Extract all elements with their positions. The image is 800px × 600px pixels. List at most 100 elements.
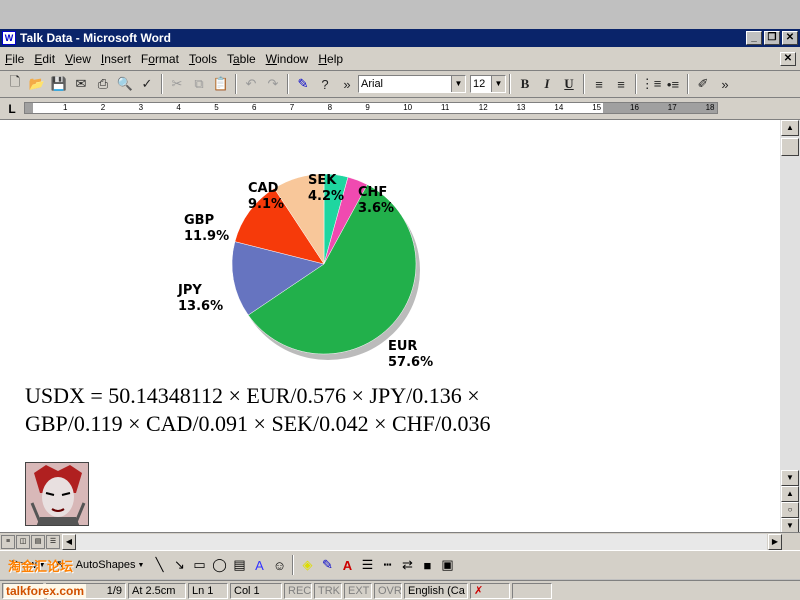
outline-view-icon[interactable]: ☰: [46, 534, 60, 549]
text-box-icon[interactable]: ▤: [229, 555, 249, 575]
paste-icon[interactable]: 📋: [210, 73, 232, 95]
menu-label-part: ble: [239, 51, 256, 66]
menu-item[interactable]: Format: [136, 52, 184, 66]
undo-icon[interactable]: ↶: [240, 73, 262, 95]
menu-item[interactable]: Edit: [29, 52, 60, 66]
toolbar-separator: [292, 555, 295, 575]
oval-icon[interactable]: ◯: [209, 555, 229, 575]
fill-color-icon[interactable]: ◈: [297, 555, 317, 575]
copy-icon[interactable]: ⧉: [188, 73, 210, 95]
web-layout-icon[interactable]: ◫: [16, 534, 30, 549]
menu-item[interactable]: Help: [313, 52, 348, 66]
status-language[interactable]: English (Ca: [404, 582, 468, 599]
menu-item[interactable]: Insert: [96, 52, 136, 66]
toolbar-more-icon[interactable]: »: [336, 73, 358, 95]
wordart-icon[interactable]: A: [249, 555, 269, 575]
toolbar-separator: [235, 74, 237, 94]
watermark-logo: talkforex.com: [4, 584, 87, 598]
scroll-up-button[interactable]: ▲: [781, 120, 799, 136]
toolbar: 🗋 📂 💾 ✉ ⎙ 🔍 ✓ ✂ ⧉ 📋 ↶ ↷ ✎ ? » Arial ▼ 12…: [0, 71, 800, 98]
scroll-down-button[interactable]: ▼: [781, 470, 799, 486]
scroll-right-button[interactable]: ▶: [768, 533, 782, 550]
ruler-scale[interactable]: 1 2 3 4 5 6 7 8 9 10 11 12 13 14 15 16 17 18: [24, 102, 718, 114]
scroll-thumb[interactable]: [781, 138, 799, 156]
spelling-status-icon[interactable]: ✗: [470, 582, 510, 599]
status-ovr[interactable]: OVR: [374, 582, 402, 599]
ruler-number: 7: [289, 103, 295, 112]
spelling-icon[interactable]: ✓: [136, 73, 158, 95]
new-document-icon[interactable]: 🗋: [4, 73, 26, 95]
rectangle-icon[interactable]: ▭: [189, 555, 209, 575]
font-name-select[interactable]: Arial ▼: [358, 75, 466, 93]
status-rec[interactable]: REC: [284, 582, 312, 599]
autoshapes-menu-button[interactable]: AutoShapes ▼: [71, 559, 150, 571]
arrow-icon[interactable]: ↘: [169, 555, 189, 575]
menu-item[interactable]: Table: [222, 52, 261, 66]
status-trk[interactable]: TRK: [314, 582, 342, 599]
restore-button[interactable]: ❐: [764, 31, 780, 45]
cut-icon[interactable]: ✂: [166, 73, 188, 95]
menu-item[interactable]: File: [0, 52, 29, 66]
horizontal-scrollbar[interactable]: ≡ ◫ ▤ ☰ ◀ ▶: [0, 532, 800, 550]
pie-label-chf: CHF: [358, 185, 387, 200]
help-icon[interactable]: ?: [314, 73, 336, 95]
shadow-icon[interactable]: ■: [417, 555, 437, 575]
toolbar-separator: [583, 74, 585, 94]
tab-selector[interactable]: L: [4, 101, 20, 117]
status-ext[interactable]: EXT: [344, 582, 372, 599]
document-close-button[interactable]: ✕: [780, 51, 796, 66]
print-icon[interactable]: ⎙: [92, 73, 114, 95]
highlight-icon[interactable]: ✐: [692, 73, 714, 95]
ruler-number: 14: [554, 103, 564, 112]
3d-icon[interactable]: ▣: [437, 555, 457, 575]
title-bar: W Talk Data - Microsoft Word _ ❐ ✕: [0, 29, 800, 47]
vertical-scrollbar[interactable]: ▲ ▼ ▲ ○ ▼: [780, 120, 800, 534]
align-left-icon[interactable]: ≡: [588, 73, 610, 95]
bullets-icon[interactable]: •≡: [662, 73, 684, 95]
menu-label-part: elp: [327, 51, 344, 66]
pie-value-jpy: 13.6%: [178, 299, 223, 314]
print-layout-icon[interactable]: ▤: [31, 534, 45, 549]
save-icon[interactable]: 💾: [48, 73, 70, 95]
font-size-value: 12: [473, 78, 486, 90]
dash-style-icon[interactable]: ┅: [377, 555, 397, 575]
menu-item[interactable]: View: [60, 52, 96, 66]
line-color-icon[interactable]: ✎: [317, 555, 337, 575]
menu-item[interactable]: Window: [261, 52, 314, 66]
open-folder-icon[interactable]: 📂: [26, 73, 48, 95]
underline-button[interactable]: U: [558, 73, 580, 95]
close-button[interactable]: ✕: [782, 31, 798, 45]
print-preview-icon[interactable]: 🔍: [114, 73, 136, 95]
hyperlink-icon[interactable]: ✎: [292, 73, 314, 95]
word-app-icon[interactable]: W: [2, 31, 16, 45]
bold-button[interactable]: B: [514, 73, 536, 95]
normal-view-icon[interactable]: ≡: [1, 534, 15, 549]
line-style-icon[interactable]: ☰: [357, 555, 377, 575]
menu-item[interactable]: Tools: [184, 52, 222, 66]
select-browse-object-button[interactable]: ○: [781, 502, 799, 518]
scroll-left-button[interactable]: ◀: [62, 533, 76, 550]
toolbar-separator: [635, 74, 637, 94]
italic-button[interactable]: I: [536, 73, 558, 95]
document-page[interactable]: EUR 57.6% JPY 13.6% GBP 11.9% CAD 9.1% SEK 4.2% CH…: [0, 120, 780, 532]
chevron-down-icon[interactable]: ▼: [491, 76, 505, 92]
redo-icon[interactable]: ↷: [262, 73, 284, 95]
previous-page-button[interactable]: ▲: [781, 486, 799, 502]
font-color-icon[interactable]: A: [337, 555, 357, 575]
menu-label-part: dit: [42, 51, 56, 66]
ruler-number: 18: [705, 103, 715, 112]
drawing-toolbar: Draw ▼ ↖ AutoShapes ▼ ╲ ↘ ▭ ◯ ▤ A ☺ ◈ ✎ …: [0, 550, 800, 579]
numbering-icon[interactable]: ⋮≡: [640, 73, 662, 95]
email-icon[interactable]: ✉: [70, 73, 92, 95]
arrow-style-icon[interactable]: ⇄: [397, 555, 417, 575]
line-icon[interactable]: ╲: [149, 555, 169, 575]
font-size-select[interactable]: 12 ▼: [470, 75, 506, 93]
toolbar-more-icon[interactable]: »: [714, 73, 736, 95]
insert-clipart-icon[interactable]: ☺: [269, 555, 289, 575]
align-center-icon[interactable]: ≡: [610, 73, 632, 95]
horizontal-ruler[interactable]: L 1 2 3 4 5 6 7 8 9 10 11 12 13 14 15 16 17 18: [0, 98, 800, 120]
toolbar-separator: [161, 74, 163, 94]
horizontal-scroll-track[interactable]: [76, 533, 767, 550]
chevron-down-icon[interactable]: ▼: [451, 76, 465, 92]
minimize-button[interactable]: _: [746, 31, 762, 45]
